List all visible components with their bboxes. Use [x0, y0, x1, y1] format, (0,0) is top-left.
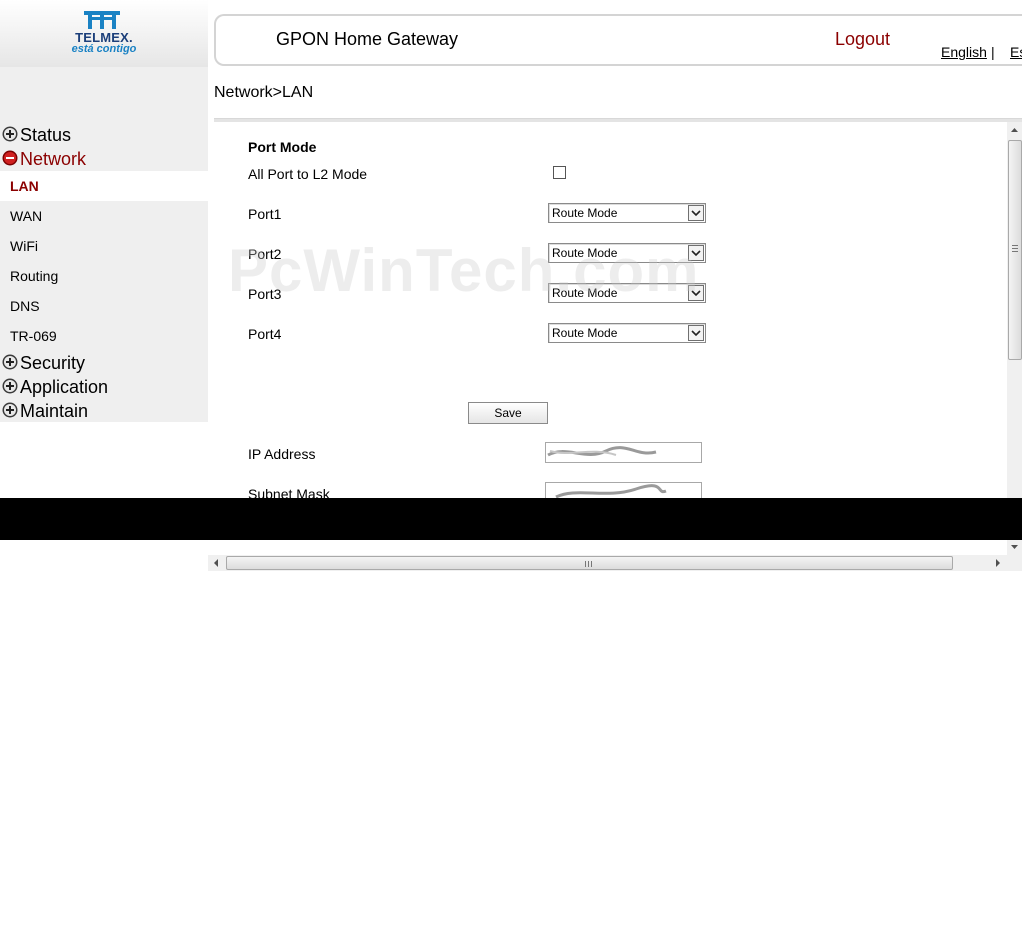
horizontal-scrollbar[interactable]	[208, 555, 1022, 571]
sidebar-subitem-dns[interactable]: DNS	[0, 291, 208, 321]
expand-plus-icon	[2, 126, 18, 142]
sidebar-subitem-wifi[interactable]: WiFi	[0, 231, 208, 261]
sidebar: Status Network LAN WAN WiFi Routing DNS …	[0, 67, 208, 422]
expand-plus-icon	[2, 378, 18, 394]
scrollbar-thumb[interactable]	[226, 556, 953, 570]
sidebar-subitem-lan[interactable]: LAN	[0, 171, 208, 201]
lang-english-link[interactable]: English	[941, 44, 987, 60]
select-value: Route Mode	[552, 246, 618, 260]
port2-select[interactable]: Route Mode	[548, 243, 706, 263]
ip-address-field[interactable]	[545, 442, 702, 463]
scroll-down-arrow-icon[interactable]	[1007, 539, 1022, 555]
sidebar-item-security[interactable]: Security	[0, 352, 208, 376]
sidebar-item-network[interactable]: Network	[0, 148, 208, 172]
scroll-up-arrow-icon[interactable]	[1007, 122, 1022, 138]
sidebar-subitem-routing[interactable]: Routing	[0, 261, 208, 291]
chevron-down-icon	[688, 285, 704, 301]
lang-separator: |	[991, 44, 995, 60]
sidebar-item-application[interactable]: Application	[0, 376, 208, 400]
sidebar-subitem-tr069[interactable]: TR-069	[0, 321, 208, 351]
select-value: Route Mode	[552, 286, 618, 300]
port3-label: Port3	[248, 286, 282, 302]
port1-select[interactable]: Route Mode	[548, 203, 706, 223]
vertical-scrollbar[interactable]	[1007, 122, 1022, 555]
redaction-band	[0, 498, 1022, 540]
scrollbar-thumb[interactable]	[1008, 140, 1022, 360]
expand-plus-icon	[2, 402, 18, 418]
sidebar-item-label: Status	[20, 125, 72, 145]
l2-mode-checkbox[interactable]	[553, 166, 566, 179]
sidebar-item-label: Network	[20, 149, 87, 169]
collapse-minus-icon	[2, 150, 18, 166]
chevron-down-icon	[688, 205, 704, 221]
content-frame: Port Mode All Port to L2 Mode Port1 Rout…	[214, 122, 1022, 555]
port1-label: Port1	[248, 206, 282, 222]
expand-plus-icon	[2, 354, 18, 370]
telmex-logo-icon	[84, 11, 120, 29]
breadcrumb: Network>LAN	[214, 84, 314, 101]
scroll-right-arrow-icon[interactable]	[990, 555, 1006, 571]
port3-select[interactable]: Route Mode	[548, 283, 706, 303]
header-title: GPON Home Gateway	[276, 29, 459, 49]
logo-area: TELMEX. está contigo	[0, 0, 208, 67]
sidebar-item-status[interactable]: Status	[0, 124, 208, 148]
section-title: Port Mode	[248, 139, 317, 155]
scroll-left-arrow-icon[interactable]	[208, 555, 224, 571]
chevron-down-icon	[688, 245, 704, 261]
sidebar-item-label: Security	[20, 353, 86, 373]
l2-mode-label: All Port to L2 Mode	[248, 166, 368, 182]
save-button[interactable]: Save	[468, 402, 548, 424]
port2-label: Port2	[248, 246, 282, 262]
lang-espanol-link[interactable]: Es	[1010, 44, 1022, 60]
grip-icon	[1012, 245, 1018, 252]
sidebar-item-maintain[interactable]: Maintain	[0, 400, 208, 424]
grip-icon	[585, 561, 592, 567]
logout-link[interactable]: Logout	[835, 29, 890, 50]
chevron-down-icon	[688, 325, 704, 341]
sidebar-item-label: Application	[20, 377, 109, 397]
select-value: Route Mode	[552, 326, 618, 340]
ip-address-label: IP Address	[248, 446, 316, 462]
sidebar-subitem-wan[interactable]: WAN	[0, 201, 208, 231]
redacted-value-image	[547, 446, 657, 457]
header: GPON Home Gateway Logout English | Es	[208, 8, 1022, 67]
port4-label: Port4	[248, 326, 282, 342]
port4-select[interactable]: Route Mode	[548, 323, 706, 343]
select-value: Route Mode	[552, 206, 618, 220]
sidebar-item-label: Maintain	[20, 401, 89, 421]
logo-tagline: está contigo	[71, 43, 137, 55]
